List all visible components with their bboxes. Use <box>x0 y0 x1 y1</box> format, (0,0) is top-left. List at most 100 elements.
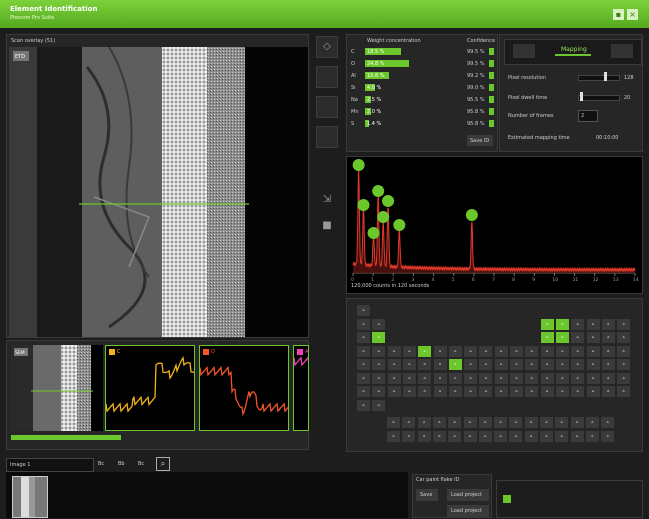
save-button[interactable]: Save <box>416 489 438 501</box>
element-cell-lanthanide[interactable]: ▵ <box>387 430 400 442</box>
element-cell-lanthanide[interactable]: ▵ <box>570 430 584 442</box>
close-icon[interactable]: × <box>627 9 638 20</box>
element-cell[interactable]: ▵ <box>555 345 569 357</box>
element-cell-lanthanide[interactable]: ▵ <box>524 417 538 428</box>
element-cell[interactable]: ▵ <box>448 359 462 370</box>
element-cell[interactable]: ▵ <box>357 399 370 411</box>
element-cell[interactable]: ▵ <box>464 345 478 357</box>
element-cell[interactable]: ▵ <box>601 318 615 330</box>
element-cell[interactable]: ▵ <box>586 345 600 357</box>
element-cell-lanthanide[interactable]: ▵ <box>448 430 462 442</box>
element-cell[interactable]: ▵ <box>357 305 370 316</box>
element-cell-lanthanide[interactable]: ▵ <box>432 417 446 428</box>
element-cell[interactable]: ▵ <box>357 359 370 370</box>
stop-icon[interactable]: ■ <box>316 216 338 238</box>
element-cell-lanthanide[interactable]: ▵ <box>478 430 492 442</box>
element-cell-lanthanide[interactable]: ▵ <box>448 417 462 428</box>
mode-selector[interactable]: Mapping <box>504 39 642 65</box>
search-icon[interactable]: ⌕ <box>156 457 170 471</box>
element-cell-lanthanide[interactable]: ▵ <box>494 430 508 442</box>
peak-marker[interactable] <box>357 199 370 211</box>
element-cell[interactable]: ▵ <box>540 372 554 384</box>
element-cell[interactable]: ▵ <box>510 372 523 384</box>
element-cell[interactable]: ▵ <box>540 332 554 343</box>
element-cell[interactable]: ▵ <box>601 359 615 370</box>
element-cell[interactable]: ▵ <box>555 318 569 330</box>
element-cell[interactable]: ▵ <box>586 332 600 343</box>
element-cell[interactable]: ▵ <box>357 332 370 343</box>
element-cell[interactable]: ▵ <box>372 345 386 357</box>
element-cell[interactable]: ▵ <box>357 386 370 397</box>
element-cell[interactable]: ▵ <box>617 345 631 357</box>
tool-bc-1[interactable]: Bc <box>98 461 104 467</box>
element-cell[interactable]: ▵ <box>494 359 508 370</box>
tool-button-2[interactable] <box>316 66 338 88</box>
element-cell[interactable]: ▵ <box>571 345 585 357</box>
element-cell[interactable]: ▵ <box>494 345 508 357</box>
element-cell-lanthanide[interactable]: ▵ <box>540 430 553 442</box>
element-cell-lanthanide[interactable]: ▵ <box>555 430 569 442</box>
element-cell[interactable]: ▵ <box>418 386 432 397</box>
element-cell[interactable]: ▵ <box>448 386 462 397</box>
frames-input[interactable]: 2 <box>578 110 598 122</box>
tool-bb[interactable]: Bb <box>118 461 125 467</box>
element-cell-lanthanide[interactable]: ▵ <box>540 417 553 428</box>
element-cell-lanthanide[interactable]: ▵ <box>601 417 615 428</box>
element-cell-lanthanide[interactable]: ▵ <box>585 430 599 442</box>
element-cell[interactable]: ▵ <box>525 372 539 384</box>
minimize-icon[interactable]: ▪ <box>613 9 624 20</box>
element-cell[interactable]: ▵ <box>387 386 401 397</box>
element-cell[interactable]: ▵ <box>479 359 493 370</box>
peak-marker[interactable] <box>465 209 478 221</box>
element-cell[interactable]: ▵ <box>540 318 554 330</box>
linescan-thumbnail[interactable]: SEM <box>11 345 103 431</box>
element-cell[interactable]: ▵ <box>617 332 631 343</box>
element-cell[interactable]: ▵ <box>571 359 585 370</box>
element-cell[interactable]: ▵ <box>571 332 585 343</box>
mode-prev-icon[interactable] <box>513 44 535 58</box>
element-cell[interactable]: ▵ <box>586 359 600 370</box>
element-cell[interactable]: ▵ <box>433 386 447 397</box>
spectrum-plot[interactable]: 0 1 2 3 4 5 6 7 8 9 10 11 12 13 14 <box>347 157 642 283</box>
element-cell[interactable]: ▵ <box>617 318 631 330</box>
tool-bc-2[interactable]: Bc <box>138 461 144 467</box>
element-cell-lanthanide[interactable]: ▵ <box>509 417 523 428</box>
element-cell[interactable]: ▵ <box>555 386 569 397</box>
element-cell[interactable]: ▵ <box>402 372 416 384</box>
dwell-time-knob[interactable] <box>580 92 583 101</box>
element-cell[interactable]: ▵ <box>494 372 508 384</box>
element-cell[interactable]: ▵ <box>418 345 432 357</box>
element-cell-lanthanide[interactable]: ▵ <box>432 430 446 442</box>
element-cell[interactable]: ▵ <box>540 359 554 370</box>
element-cell[interactable]: ▵ <box>372 332 386 343</box>
element-cell[interactable]: ▵ <box>372 399 386 411</box>
filmstrip-thumbnail[interactable] <box>12 476 48 518</box>
element-cell[interactable]: ▵ <box>571 386 585 397</box>
element-cell[interactable]: ▵ <box>464 386 478 397</box>
element-cell[interactable]: ▵ <box>357 372 370 384</box>
element-cell[interactable]: ▵ <box>402 345 416 357</box>
peak-marker[interactable] <box>372 185 385 197</box>
element-cell-lanthanide[interactable]: ▵ <box>387 417 400 428</box>
element-cell[interactable]: ▵ <box>387 372 401 384</box>
element-cell-lanthanide[interactable]: ▵ <box>494 417 508 428</box>
view-toggle-icon[interactable]: ◇ <box>316 36 338 58</box>
tool-button-3[interactable] <box>316 96 338 118</box>
element-cell[interactable]: ▵ <box>555 359 569 370</box>
element-cell-lanthanide[interactable]: ▵ <box>478 417 492 428</box>
element-cell-lanthanide[interactable]: ▵ <box>509 430 523 442</box>
element-cell[interactable]: ▵ <box>617 359 631 370</box>
element-cell-lanthanide[interactable]: ▵ <box>524 430 538 442</box>
element-cell[interactable]: ▵ <box>479 386 493 397</box>
element-cell-lanthanide[interactable]: ▵ <box>417 417 431 428</box>
element-cell[interactable]: ▵ <box>448 372 462 384</box>
peak-marker[interactable] <box>382 195 395 207</box>
save-id-button[interactable]: Save ID <box>467 135 493 146</box>
project-checkbox[interactable] <box>503 495 511 503</box>
element-cell-lanthanide[interactable]: ▵ <box>601 430 615 442</box>
element-cell-lanthanide[interactable]: ▵ <box>402 430 416 442</box>
element-cell[interactable]: ▵ <box>433 372 447 384</box>
element-cell[interactable]: ▵ <box>525 359 539 370</box>
load-project-button-2[interactable]: Load project <box>447 505 489 517</box>
export-icon[interactable]: ⇲ <box>316 190 338 212</box>
